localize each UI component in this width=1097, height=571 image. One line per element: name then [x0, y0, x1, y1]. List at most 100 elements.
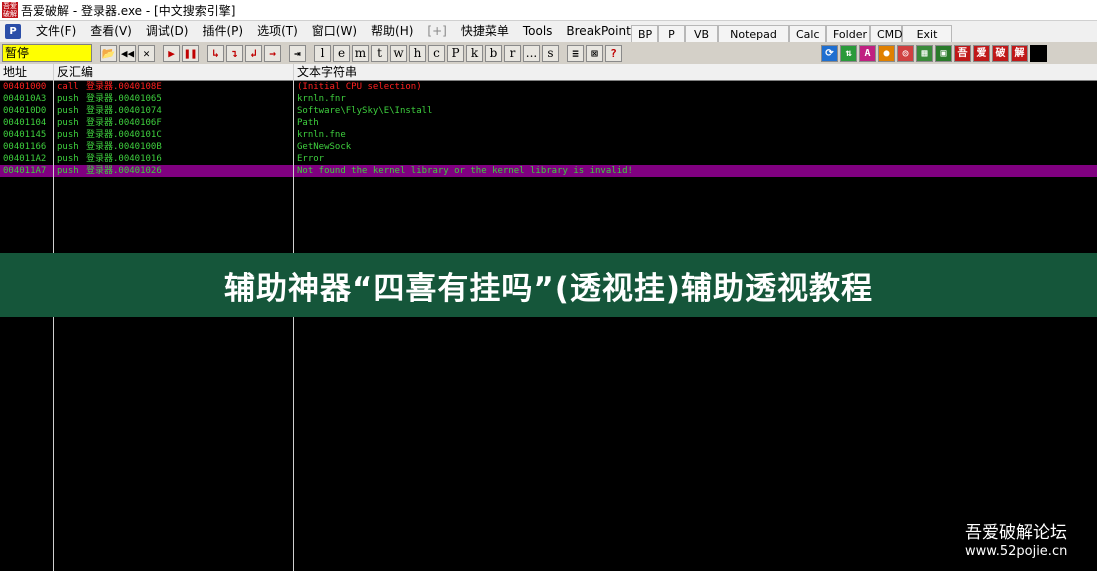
row-text: GetNewSock — [297, 142, 352, 152]
row-text: Path — [297, 118, 319, 128]
row-address: 00401000 — [3, 82, 47, 92]
source-button[interactable]: s — [542, 44, 559, 62]
black-plugin-icon[interactable] — [1030, 44, 1047, 62]
open-icon[interactable]: 📂 — [100, 44, 117, 62]
menu-shortcuts[interactable]: 快捷菜单 — [454, 21, 516, 42]
call-stack-button[interactable]: k — [466, 44, 483, 62]
menu-expand[interactable]: [+] — [420, 21, 453, 42]
restart-icon[interactable]: ◀◀ — [119, 44, 136, 62]
log-window-button[interactable]: l — [314, 44, 331, 62]
list-row[interactable]: 00401000 call 登录器.0040108E (Initial CPU … — [0, 81, 1097, 93]
threads-button[interactable]: t — [371, 44, 388, 62]
pause-icon[interactable]: ❚❚ — [182, 44, 199, 62]
trace-into-icon[interactable]: ↲ — [245, 44, 262, 62]
status-indicator: 暂停 — [2, 44, 92, 62]
list-icon[interactable]: ≡ — [567, 44, 584, 62]
banner-title: 辅助神器“四喜有挂吗”(透视挂)辅助透视教程 — [223, 270, 874, 307]
list-row[interactable]: 004011A2 push 登录器.00401016 Error — [0, 153, 1097, 165]
row-text: Not found the kernel library or the kern… — [297, 166, 633, 176]
title-bar: 吾爱破解 吾爱破解 - 登录器.exe - [中文搜索引擎] — [0, 0, 1097, 21]
column-header-text[interactable]: 文本字符串 — [294, 64, 1097, 81]
row-argument: 登录器.00401065 — [86, 94, 162, 104]
list-row[interactable]: 00401145 push 登录器.0040101C krnln.fne — [0, 129, 1097, 141]
ollydbg-p-icon[interactable]: P — [5, 24, 21, 39]
a-plugin-icon[interactable]: A — [859, 44, 876, 62]
row-argument: 登录器.00401016 — [86, 154, 162, 164]
list-row[interactable]: 00401104 push 登录器.0040106F Path — [0, 117, 1097, 129]
options-icon[interactable]: ⊠ — [586, 44, 603, 62]
list-row[interactable]: 004010D0 push 登录器.00401074 Software\FlyS… — [0, 105, 1097, 117]
row-argument: 登录器.0040108E — [86, 82, 162, 92]
row-text: Software\FlySky\E\Install — [297, 106, 433, 116]
row-address: 004010A3 — [3, 94, 47, 104]
windows-button[interactable]: w — [390, 44, 407, 62]
row-argument: 登录器.0040100B — [86, 142, 162, 152]
memory-map-button[interactable]: m — [352, 44, 369, 62]
wu-plugin-icon[interactable]: 吾 — [954, 44, 971, 62]
string-references-list: 00401000 call 登录器.0040108E (Initial CPU … — [0, 81, 1097, 571]
go-to-icon[interactable]: ⇥ — [289, 44, 306, 62]
watermark-name: 吾爱破解论坛 — [965, 523, 1067, 543]
menu-tools[interactable]: Tools — [516, 21, 560, 42]
watermark-url: www.52pojie.cn — [965, 544, 1068, 559]
row-opcode: push — [57, 106, 79, 116]
run-icon[interactable]: ▶ — [163, 44, 180, 62]
breakpoints-button[interactable]: b — [485, 44, 502, 62]
references-button[interactable]: r — [504, 44, 521, 62]
row-address: 00401104 — [3, 118, 47, 128]
menu-help[interactable]: 帮助(H) — [364, 21, 420, 42]
menu-view[interactable]: 查看(V) — [83, 21, 139, 42]
menu-window[interactable]: 窗口(W) — [305, 21, 364, 42]
row-argument: 登录器.00401026 — [86, 166, 162, 176]
row-text: krnln.fne — [297, 130, 346, 140]
help-icon[interactable]: ? — [605, 44, 622, 62]
column-divider — [53, 64, 54, 571]
handles-button[interactable]: h — [409, 44, 426, 62]
row-address: 004011A2 — [3, 154, 47, 164]
column-divider — [293, 64, 294, 571]
close-icon[interactable]: ✕ — [138, 44, 155, 62]
column-headers: 地址 反汇编 文本字符串 — [0, 64, 1097, 81]
patches-button[interactable]: P — [447, 44, 464, 62]
app-icon: 吾爱破解 — [2, 2, 18, 18]
column-header-address[interactable]: 地址 — [0, 64, 54, 81]
menu-debug[interactable]: 调试(D) — [139, 21, 196, 42]
title-banner: 辅助神器“四喜有挂吗”(透视挂)辅助透视教程 — [0, 253, 1097, 317]
refresh-plugin-icon[interactable]: ⟳ — [821, 44, 838, 62]
row-opcode: push — [57, 94, 79, 104]
swap-plugin-icon[interactable]: ⇅ — [840, 44, 857, 62]
jie-plugin-icon[interactable]: 解 — [1011, 44, 1028, 62]
circle-plugin-icon[interactable]: ● — [878, 44, 895, 62]
ai-plugin-icon[interactable]: 爱 — [973, 44, 990, 62]
row-argument: 登录器.00401074 — [86, 106, 162, 116]
execute-till-return-icon[interactable]: → — [264, 44, 281, 62]
step-into-icon[interactable]: ↳ — [207, 44, 224, 62]
cpu-button[interactable]: c — [428, 44, 445, 62]
row-address: 00401145 — [3, 130, 47, 140]
run-trace-button[interactable]: ... — [523, 44, 540, 62]
menu-file[interactable]: 文件(F) — [29, 21, 83, 42]
row-address: 004011A7 — [3, 166, 47, 176]
list-row[interactable]: 00401166 push 登录器.0040100B GetNewSock — [0, 141, 1097, 153]
row-opcode: push — [57, 154, 79, 164]
executable-modules-button[interactable]: e — [333, 44, 350, 62]
po-plugin-icon[interactable]: 破 — [992, 44, 1009, 62]
row-opcode: call — [57, 82, 79, 92]
list-row-selected[interactable]: 004011A7 push 登录器.00401026 Not found the… — [0, 165, 1097, 177]
grid-plugin-icon[interactable]: ▦ — [916, 44, 933, 62]
row-opcode: push — [57, 130, 79, 140]
row-address: 004010D0 — [3, 106, 47, 116]
row-text: (Initial CPU selection) — [297, 82, 422, 92]
row-argument: 登录器.0040106F — [86, 118, 162, 128]
row-text: Error — [297, 154, 325, 164]
box-plugin-icon[interactable]: ▣ — [935, 44, 952, 62]
row-opcode: push — [57, 166, 79, 176]
list-row[interactable]: 004010A3 push 登录器.00401065 krnln.fnr — [0, 93, 1097, 105]
target-plugin-icon[interactable]: ◎ — [897, 44, 914, 62]
row-opcode: push — [57, 118, 79, 128]
menu-options[interactable]: 选项(T) — [250, 21, 305, 42]
column-header-disasm[interactable]: 反汇编 — [54, 64, 294, 81]
step-over-icon[interactable]: ↴ — [226, 44, 243, 62]
row-opcode: push — [57, 142, 79, 152]
menu-plugins[interactable]: 插件(P) — [195, 21, 250, 42]
